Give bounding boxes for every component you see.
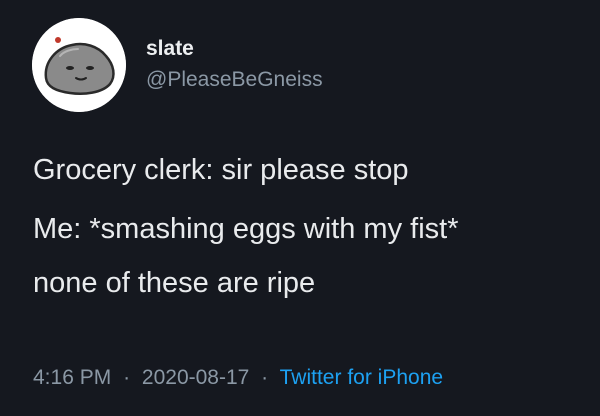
tweet-text-line: none of these are ripe [33, 267, 316, 299]
tweet-text-line: Me: *smashing eggs with my fist* [33, 213, 459, 245]
author-display-name[interactable]: slate [146, 36, 194, 62]
meta-separator: · [123, 366, 131, 389]
tweet-card: slate @PleaseBeGneiss Grocery clerk: sir… [0, 0, 600, 416]
author-handle[interactable]: @PleaseBeGneiss [146, 67, 323, 93]
tweet-text: Grocery clerk: sir please stop Me: *smas… [33, 153, 573, 300]
tweet-metadata: 4:16 PM · 2020-08-17 · Twitter for iPhon… [33, 364, 443, 392]
tweet-text-line: Grocery clerk: sir please stop [33, 154, 409, 186]
tweet-date[interactable]: 2020-08-17 [142, 366, 249, 389]
author-avatar[interactable] [32, 18, 126, 112]
meta-separator: · [261, 366, 269, 389]
tweet-source-link[interactable]: Twitter for iPhone [280, 366, 443, 389]
tweet-time[interactable]: 4:16 PM [33, 366, 111, 389]
rock-avatar-icon [32, 18, 126, 112]
